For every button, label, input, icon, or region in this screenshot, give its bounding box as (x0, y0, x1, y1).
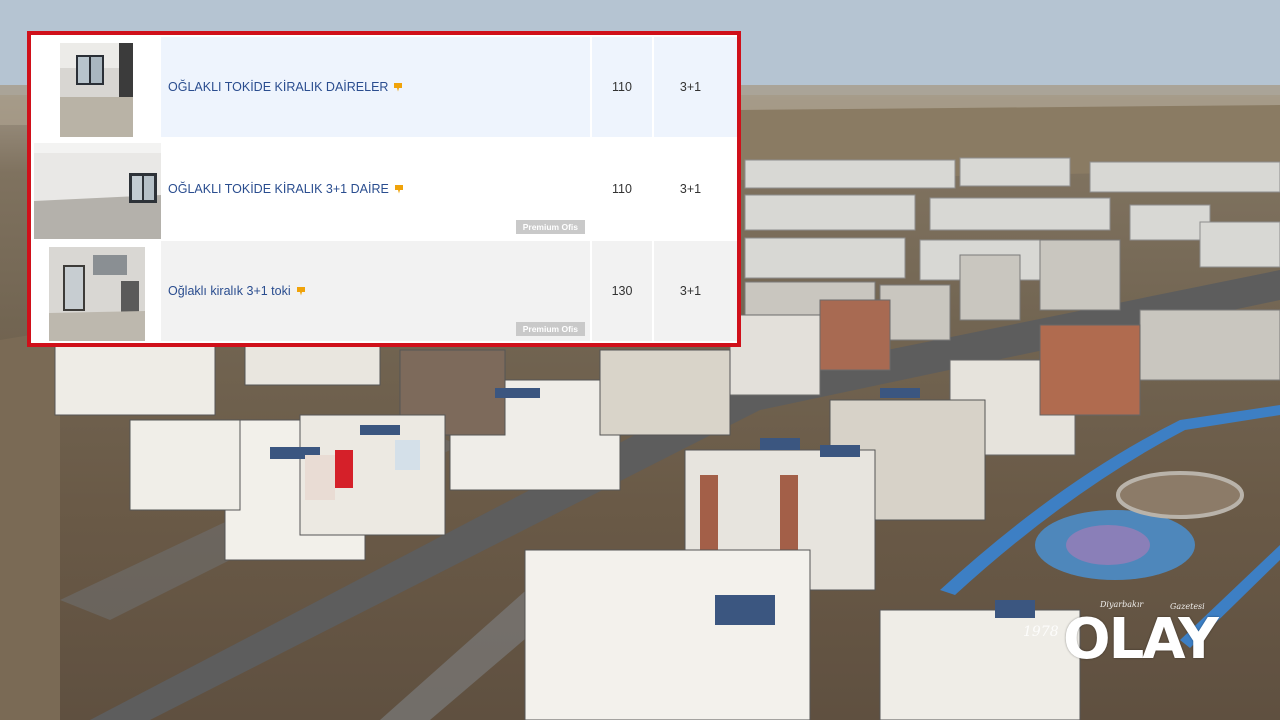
listing-size: 110 (612, 80, 632, 94)
olay-watermark-logo: Diyarbakır Gazetesi 1978 OLAY (1023, 596, 1255, 696)
listing-thumbnail[interactable] (31, 241, 161, 341)
listing-rooms: 3+1 (679, 80, 702, 94)
watermark-since: 1978 (1023, 624, 1059, 640)
listing-thumbnail[interactable] (31, 139, 161, 239)
listing-title-link[interactable]: OĞLAKLI TOKİDE KİRALIK DAİRELER (168, 80, 403, 94)
listing-row[interactable]: Oğlaklı kiralık 3+1 toki Premium Ofis 13… (31, 241, 737, 341)
listing-title-link[interactable]: OĞLAKLI TOKİDE KİRALIK 3+1 DAİRE (168, 182, 404, 196)
listing-size: 110 (612, 182, 632, 196)
rental-listings-table: OĞLAKLI TOKİDE KİRALIK DAİRELER 110 3+1 … (27, 31, 741, 347)
listing-row[interactable]: OĞLAKLI TOKİDE KİRALIK DAİRELER 110 3+1 (31, 37, 737, 137)
listing-rooms: 3+1 (679, 284, 702, 298)
listing-title-cell: OĞLAKLI TOKİDE KİRALIK DAİRELER (161, 37, 590, 137)
listing-title-cell: Oğlaklı kiralık 3+1 toki Premium Ofis (161, 241, 590, 341)
pin-icon (296, 287, 305, 296)
premium-badge: Premium Ofis (515, 322, 585, 336)
listing-rooms: 3+1 (679, 182, 702, 196)
pin-icon (394, 83, 403, 92)
pin-icon (394, 185, 403, 194)
listing-thumbnail[interactable] (31, 37, 161, 137)
listing-title-link[interactable]: Oğlaklı kiralık 3+1 toki (168, 284, 306, 298)
watermark-brand: OLAY (1063, 607, 1219, 672)
listing-title-cell: OĞLAKLI TOKİDE KİRALIK 3+1 DAİRE Premium… (161, 139, 590, 239)
listing-size: 130 (611, 284, 633, 298)
premium-badge: Premium Ofis (515, 220, 585, 234)
listing-row[interactable]: OĞLAKLI TOKİDE KİRALIK 3+1 DAİRE Premium… (31, 139, 737, 239)
